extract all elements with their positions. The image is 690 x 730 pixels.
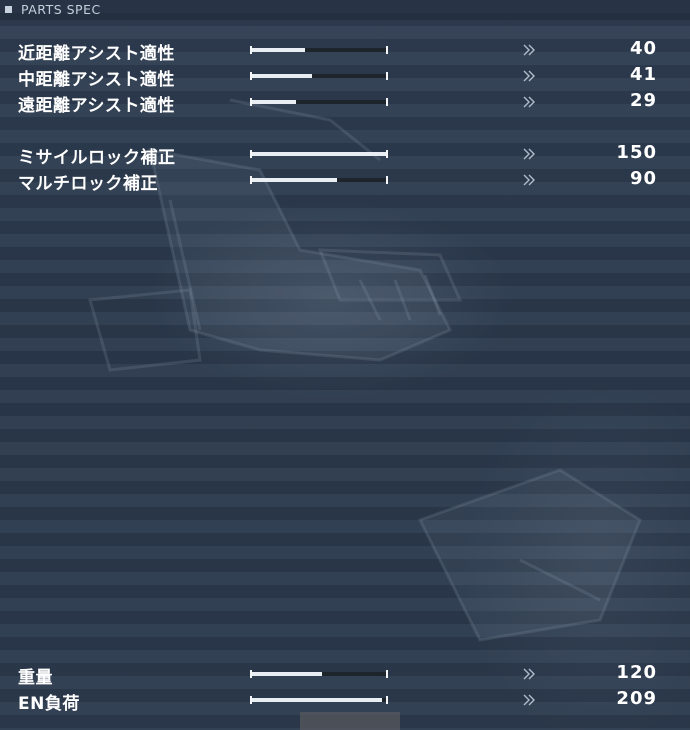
double-chevron-right-icon bbox=[523, 96, 535, 108]
panel-title: PARTS SPEC bbox=[21, 2, 101, 17]
double-chevron-right-icon bbox=[523, 44, 535, 56]
stat-bar-fill bbox=[250, 698, 382, 702]
stat-bar bbox=[250, 696, 388, 704]
stat-row: 重量 120 bbox=[0, 662, 690, 688]
stat-bar-fill bbox=[250, 152, 388, 156]
stat-row: 近距離アシスト適性 40 bbox=[0, 38, 690, 64]
stat-value: 29 bbox=[629, 90, 657, 111]
stat-bar-fill bbox=[250, 178, 337, 182]
stat-label: マルチロック補正 bbox=[18, 174, 158, 194]
stat-value: 40 bbox=[629, 38, 657, 59]
stat-bar-fill bbox=[250, 100, 296, 104]
stat-bar bbox=[250, 150, 388, 158]
stat-label: 遠距離アシスト適性 bbox=[18, 96, 175, 116]
stat-bar bbox=[250, 46, 388, 54]
stat-row: マルチロック補正 90 bbox=[0, 168, 690, 194]
stat-bar-cap-left bbox=[250, 150, 252, 158]
stat-row: EN負荷 209 bbox=[0, 688, 690, 714]
stat-value: 209 bbox=[616, 688, 657, 709]
panel-header: PARTS SPEC bbox=[0, 0, 690, 20]
double-chevron-right-icon bbox=[523, 148, 535, 160]
stat-value: 41 bbox=[629, 64, 657, 85]
stat-value: 90 bbox=[629, 168, 657, 189]
double-chevron-right-icon bbox=[523, 70, 535, 82]
stat-bar bbox=[250, 176, 388, 184]
stat-bar-cap-right bbox=[386, 72, 388, 80]
stat-bar-cap-left bbox=[250, 670, 252, 678]
stat-bar-cap-right bbox=[386, 98, 388, 106]
stat-row: 中距離アシスト適性 41 bbox=[0, 64, 690, 90]
stat-bar-cap-right bbox=[386, 46, 388, 54]
stat-bar-cap-right bbox=[386, 696, 388, 704]
stat-bar-fill bbox=[250, 74, 312, 78]
stat-bar-cap-left bbox=[250, 176, 252, 184]
stat-bar bbox=[250, 72, 388, 80]
stat-bar-cap-left bbox=[250, 46, 252, 54]
stat-bar-cap-right bbox=[386, 176, 388, 184]
stat-label: ミサイルロック補正 bbox=[18, 148, 176, 168]
stat-bar-cap-right bbox=[386, 670, 388, 678]
stat-value: 150 bbox=[616, 142, 657, 163]
double-chevron-right-icon bbox=[523, 174, 535, 186]
stat-bar-fill bbox=[250, 48, 305, 52]
stat-bar-cap-left bbox=[250, 98, 252, 106]
stat-bar bbox=[250, 670, 388, 678]
stat-label: 中距離アシスト適性 bbox=[18, 70, 175, 90]
stat-bar-cap-left bbox=[250, 696, 252, 704]
double-chevron-right-icon bbox=[523, 668, 535, 680]
stat-row: 遠距離アシスト適性 29 bbox=[0, 90, 690, 116]
double-chevron-right-icon bbox=[523, 694, 535, 706]
stat-label: EN負荷 bbox=[18, 694, 80, 714]
stat-bar bbox=[250, 98, 388, 106]
stat-label: 重量 bbox=[18, 668, 53, 688]
stat-bar-fill bbox=[250, 672, 322, 676]
stat-row: ミサイルロック補正 150 bbox=[0, 142, 690, 168]
stat-value: 120 bbox=[616, 662, 657, 683]
square-bullet-icon bbox=[5, 6, 12, 13]
stat-label: 近距離アシスト適性 bbox=[18, 44, 175, 64]
stat-bar-cap-right bbox=[386, 150, 388, 158]
stat-bar-cap-left bbox=[250, 72, 252, 80]
